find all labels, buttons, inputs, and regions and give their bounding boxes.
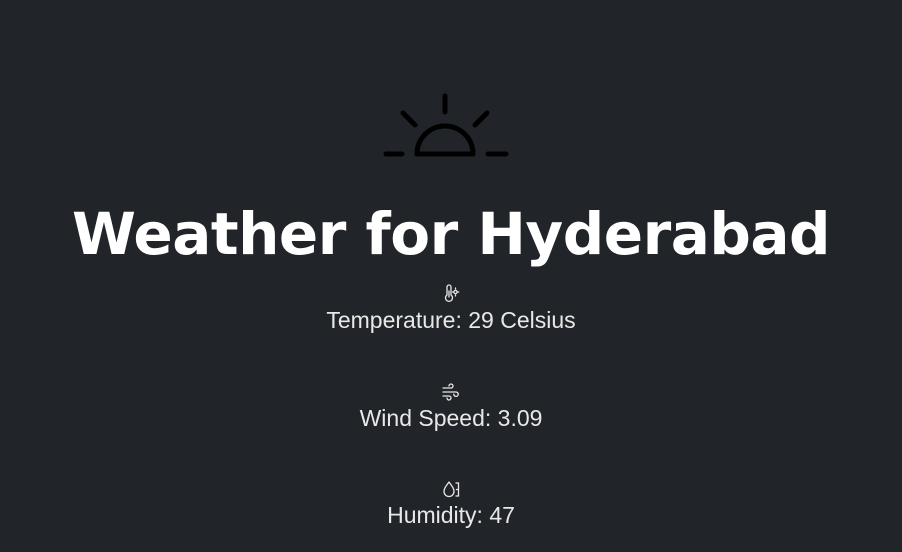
wind-icon <box>441 382 461 402</box>
temperature-stat: Temperature: 29 Celsius <box>0 284 902 334</box>
sunrise-icon <box>382 92 510 160</box>
temperature-label: Temperature: 29 Celsius <box>326 307 576 333</box>
humidity-stat: Humidity: 47 <box>0 479 902 529</box>
wind-speed-label: Wind Speed: 3.09 <box>359 405 543 431</box>
humidity-label: Humidity: 47 <box>387 502 515 528</box>
humidity-icon <box>441 479 461 499</box>
thermometer-sun-icon <box>441 284 461 304</box>
wind-speed-stat: Wind Speed: 3.09 <box>0 382 902 432</box>
page-title: Weather for Hyderabad <box>71 200 831 268</box>
